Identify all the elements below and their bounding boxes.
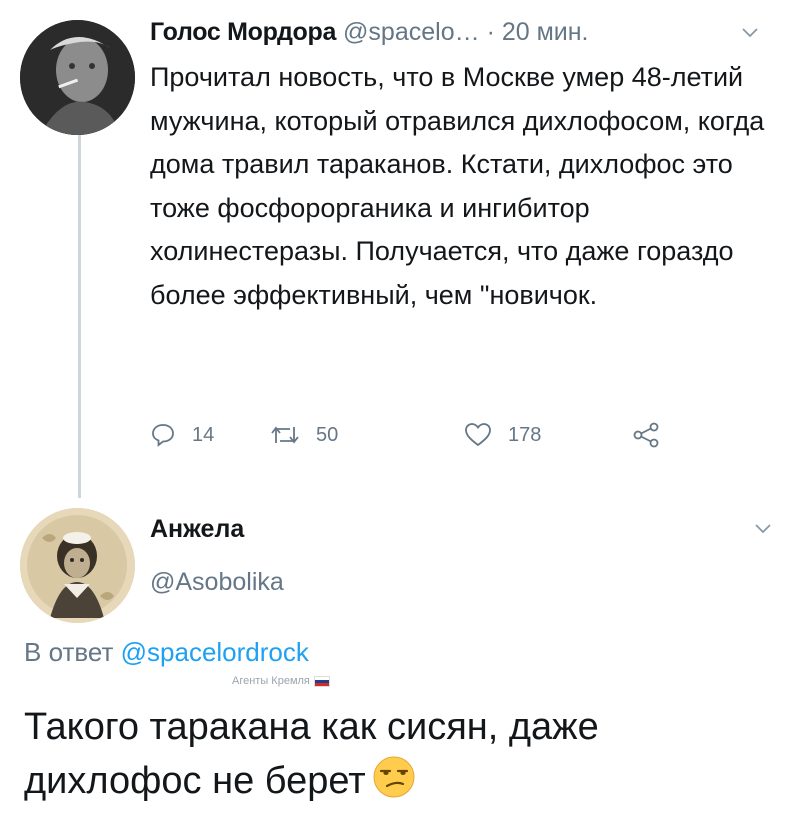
avatar-photo [20,508,135,623]
avatar-anzhela[interactable] [20,508,135,623]
avatar-golos-mordora[interactable] [20,20,135,135]
like-count: 178 [508,423,542,446]
tweet1-text: Прочитал новость, что в Москве умер 48-л… [150,62,765,310]
retweet-count: 50 [316,423,339,446]
tweet2-text-content: Такого таракана как сисян, даже дихлофос… [24,706,599,802]
reply-mention-link[interactable]: @spacelordrock [121,637,309,667]
watermark-text: Агенты Кремля [232,675,310,687]
unamused-face-icon [372,755,416,814]
avatar-photo [20,20,135,135]
share-button[interactable] [632,422,660,448]
reply-prefix: В ответ [24,637,114,667]
retweet-icon [271,426,299,444]
tweet1-actions: 14 50 178 [150,422,710,458]
author-handle[interactable]: @Asobolika [150,568,284,597]
share-icon [633,422,659,448]
reply-to-line: В ответ @spacelordrock [24,637,309,668]
reply-count: 14 [192,423,215,446]
heart-icon [465,423,491,447]
retweet-button[interactable]: 50 [270,422,338,448]
reply-button[interactable]: 14 [150,422,214,448]
thread-connector-line [78,118,81,498]
watermark: Агенты Кремля [232,675,330,687]
tweet-time[interactable]: · 20 мин. [487,18,589,46]
tweet2-text: Такого таракана как сисян, даже дихлофос… [24,700,784,814]
chevron-down-icon[interactable] [742,22,758,43]
russian-flag-icon [313,675,330,687]
author-name[interactable]: Анжела [150,515,244,544]
author-name[interactable]: Голос Мордора [150,18,336,46]
tweet1-header: Голос Мордора @spacelo… · 20 мин. [150,18,589,52]
like-button[interactable]: 178 [464,422,541,448]
author-handle[interactable]: @spacelo… [343,18,480,46]
reply-icon [152,424,174,447]
chevron-down-icon[interactable] [755,518,771,539]
